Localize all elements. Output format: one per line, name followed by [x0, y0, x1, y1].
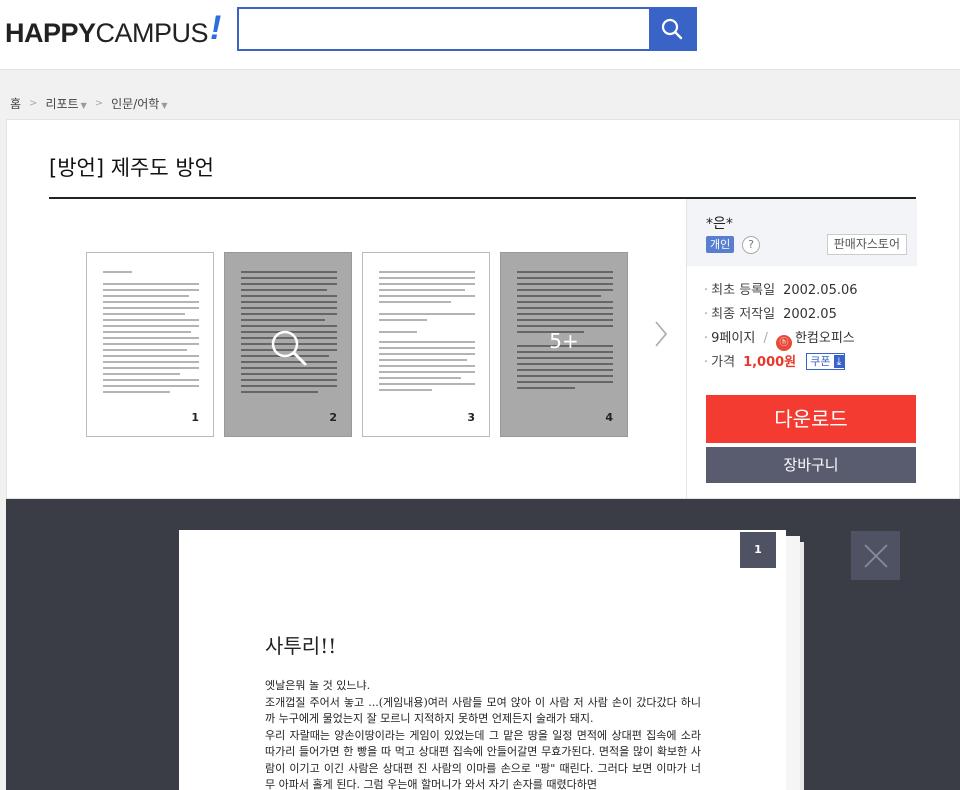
file-format: 한컴오피스 — [794, 331, 855, 346]
logo-text-thin: CAMPUS — [95, 18, 209, 48]
meta-label: 가격 — [711, 355, 736, 370]
preview-page: 1 사투리!! 엣날은뭐 놀 것 있느냐. 조개껍질 주어서 놓고 ...(게임… — [179, 530, 786, 790]
close-icon — [863, 543, 888, 568]
breadcrumb-separator: > — [29, 98, 38, 109]
purchase-panel: *은* 개인 ? 판매자스토어 · 최초 등록일 2002.05.06 · 최종 저작… — [686, 199, 917, 499]
seller-store-button[interactable]: 판매자스토어 — [826, 234, 907, 255]
thumbnail-strip: 1 2 3 5+ 4 — [86, 252, 646, 438]
page-count: 9페이지 — [711, 331, 756, 346]
download-button[interactable]: 다운로드 — [706, 395, 916, 443]
logo-mark: ! — [210, 9, 221, 47]
close-viewer-button[interactable] — [851, 531, 900, 580]
thumbnail-text-lines — [103, 271, 199, 397]
thumbnail-number: 2 — [329, 411, 337, 424]
more-pages-label: 5+ — [549, 329, 579, 353]
dropdown-caret-icon: ▼ — [161, 101, 168, 110]
document-viewer: 1 사투리!! 엣날은뭐 놀 것 있느냐. 조개껍질 주어서 놓고 ...(게임… — [6, 499, 960, 790]
thumbnail-number: 3 — [467, 411, 475, 424]
coupon-label: 쿠폰 — [810, 355, 831, 368]
page-number-badge: 1 — [740, 532, 776, 568]
thumbnail-page-3[interactable]: 3 — [362, 252, 490, 437]
search-button[interactable] — [649, 9, 695, 49]
document-card: [방언] 제주도 방언 1 2 3 5+ 4 *은* 개인 ? 판매자스토어 ·… — [6, 119, 960, 499]
preview-page-body: 엣날은뭐 놀 것 있느냐. 조개껍질 주어서 놓고 ...(게임내용)여러 사람… — [265, 678, 701, 790]
meta-written: · 최종 저작일 2002.05 — [704, 307, 837, 322]
meta-pages-format: · 9페이지 / ⓗ 한컴오피스 — [704, 327, 858, 351]
thumbnail-text-lines — [379, 271, 475, 395]
site-logo[interactable]: HAPPYCAMPUS! — [5, 9, 221, 51]
breadcrumb-separator: > — [94, 98, 104, 109]
seller-box: *은* 개인 ? 판매자스토어 — [687, 199, 917, 266]
help-icon[interactable]: ? — [742, 236, 760, 254]
meta-price: · 가격 1,000원 쿠폰 ⤓ — [704, 351, 858, 375]
coupon-button[interactable]: 쿠폰 ⤓ — [806, 353, 846, 370]
breadcrumb-item-report[interactable]: 리포트 ▼ — [45, 95, 86, 112]
preview-page-title: 사투리!! — [265, 634, 337, 658]
download-arrow-icon: ⤓ — [833, 355, 845, 368]
chevron-right-icon[interactable] — [654, 320, 668, 348]
search-icon — [661, 18, 683, 40]
meta-label: 최종 저작일 — [711, 307, 776, 322]
seller-type-badge: 개인 — [706, 236, 735, 253]
price-value: 1,000원 — [743, 355, 797, 370]
seller-name[interactable]: *은* — [706, 213, 733, 233]
preview-paragraph: 엣날은뭐 놀 것 있느냐. — [265, 679, 371, 692]
thumbnail-number: 4 — [605, 411, 613, 424]
search-input[interactable] — [239, 9, 649, 49]
add-to-cart-button[interactable]: 장바구니 — [706, 447, 916, 483]
preview-paragraph: 조개껍질 주어서 놓고 ...(게임내용)여러 사람들 모여 앉아 이 사람 저… — [265, 695, 701, 726]
thumbnail-page-1[interactable]: 1 — [86, 252, 214, 437]
meta-label: 최초 등록일 — [711, 283, 776, 298]
breadcrumb-item-humanities[interactable]: 인문/어학 ▼ — [111, 95, 167, 112]
breadcrumb: 홈 > 리포트 ▼ > 인문/어학 ▼ — [10, 95, 167, 112]
thumbnail-page-4[interactable]: 5+ 4 — [500, 252, 628, 437]
logo-text-bold: HAPPY — [5, 18, 96, 48]
dropdown-caret-icon: ▼ — [80, 101, 87, 110]
meta-value: 2002.05 — [783, 307, 837, 322]
document-title: [방언] 제주도 방언 — [49, 156, 214, 180]
magnifier-icon — [271, 330, 307, 366]
thumbnail-number: 1 — [191, 411, 199, 424]
meta-value: 2002.05.06 — [783, 283, 858, 298]
meta-registered: · 최초 등록일 2002.05.06 — [704, 283, 858, 298]
breadcrumb-item-label: 인문/어학 — [111, 97, 160, 111]
preview-paragraph: 우리 자랄때는 양손이땅이라는 게임이 있었는데 그 맡은 땅을 일정 면적에 … — [265, 728, 701, 790]
thumbnail-page-2[interactable]: 2 — [224, 252, 352, 437]
breadcrumb-item-label: 리포트 — [45, 97, 79, 111]
document-meta: · 최초 등록일 2002.05.06 · 최종 저작일 2002.05 · 9페이지 /… — [704, 279, 858, 375]
hancom-office-icon: ⓗ — [775, 335, 792, 351]
search-box — [237, 7, 697, 51]
breadcrumb-home[interactable]: 홈 — [10, 95, 21, 112]
meta-separator: / — [763, 331, 768, 346]
site-header: HAPPYCAMPUS! — [0, 0, 960, 70]
